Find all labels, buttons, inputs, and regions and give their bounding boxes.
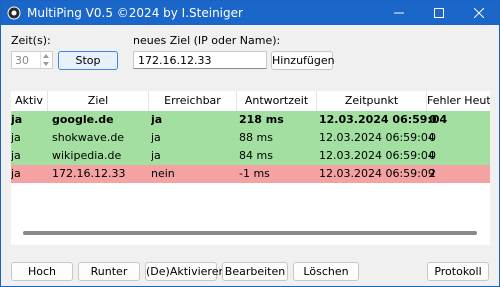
cell-fehler: 0 — [429, 113, 437, 126]
table-row[interactable]: ja shokwave.de ja 88 ms 12.03.2024 06:59:04 0 — [11, 129, 490, 147]
cell-antwortzeit: 218 ms — [239, 113, 284, 126]
add-target-button[interactable]: Hinzufügen — [271, 51, 335, 70]
title-bar[interactable]: MultiPing V0.5 ©2024 by I.Steiniger — [1, 1, 499, 25]
cell-antwortzeit: 84 ms — [239, 149, 273, 162]
cell-zeitpunkt: 12.03.2024 06:59:04 — [319, 131, 435, 144]
cell-antwortzeit: -1 ms — [239, 167, 270, 180]
app-window: MultiPing V0.5 ©2024 by I.Steiniger Zeit… — [0, 0, 500, 287]
column-header-aktiv[interactable]: Aktiv — [11, 91, 48, 111]
interval-value: 30 — [15, 54, 29, 67]
table-row[interactable]: ja wikipedia.de ja 84 ms 12.03.2024 06:59:04… — [11, 147, 490, 165]
cell-antwortzeit: 88 ms — [239, 131, 273, 144]
time-label: Zeit(s): — [11, 34, 51, 47]
cell-zeitpunkt: 12.03.2024 06:59:04 — [319, 113, 448, 126]
cell-ziel: shokwave.de — [52, 131, 125, 144]
column-header-erreichbar[interactable]: Erreichbar — [149, 91, 237, 111]
column-header-ziel[interactable]: Ziel — [48, 91, 149, 111]
cell-zeitpunkt: 12.03.2024 06:59:04 — [319, 149, 435, 162]
maximize-button[interactable] — [419, 1, 459, 25]
table-row[interactable]: ja google.de ja 218 ms 12.03.2024 06:59:04 0 — [11, 111, 490, 129]
cell-erreichbar: ja — [151, 131, 161, 144]
minimize-icon — [394, 12, 404, 14]
cell-ziel: wikipedia.de — [52, 149, 122, 162]
close-button[interactable] — [459, 1, 499, 25]
toggle-active-button[interactable]: (De)Aktivieren — [145, 262, 225, 281]
cell-fehler: 0 — [429, 131, 436, 144]
interval-stepper[interactable]: 30 — [11, 51, 53, 69]
cell-aktiv: ja — [11, 131, 21, 144]
cell-fehler: 2 — [429, 167, 436, 180]
window-title: MultiPing V0.5 ©2024 by I.Steiniger — [27, 6, 243, 20]
cell-aktiv: ja — [11, 167, 21, 180]
cell-erreichbar: ja — [151, 113, 163, 126]
stepper-arrows[interactable] — [40, 52, 52, 68]
stepper-up-icon[interactable] — [43, 54, 49, 58]
delete-button[interactable]: Löschen — [293, 262, 359, 281]
table-row[interactable]: ja 172.16.12.33 nein -1 ms 12.03.2024 06:59:… — [11, 165, 490, 183]
app-icon — [7, 6, 21, 20]
cell-fehler: 0 — [429, 149, 436, 162]
cell-ziel: google.de — [52, 113, 114, 126]
cell-erreichbar: ja — [151, 149, 161, 162]
move-down-button[interactable]: Runter — [78, 262, 140, 281]
cell-aktiv: ja — [11, 113, 23, 126]
stop-button[interactable]: Stop — [58, 51, 118, 70]
table-header: Aktiv Ziel Erreichbar Antwortzeit Zeitpu… — [11, 91, 490, 112]
target-label: neues Ziel (IP oder Name): — [133, 34, 281, 47]
horizontal-scrollbar[interactable] — [23, 231, 477, 235]
cell-erreichbar: nein — [151, 167, 175, 180]
close-icon — [474, 8, 484, 18]
cell-ziel: 172.16.12.33 — [52, 167, 126, 180]
log-button[interactable]: Protokoll — [427, 262, 489, 281]
cell-aktiv: ja — [11, 149, 21, 162]
move-up-button[interactable]: Hoch — [11, 262, 73, 281]
column-header-zeitpunkt[interactable]: Zeitpunkt — [317, 91, 427, 111]
column-header-fehler[interactable]: Fehler Heute — [427, 91, 490, 111]
cell-zeitpunkt: 12.03.2024 06:59:09 — [319, 167, 435, 180]
stepper-down-icon[interactable] — [43, 62, 49, 66]
edit-button[interactable]: Bearbeiten — [222, 262, 288, 281]
minimize-button[interactable] — [379, 1, 419, 25]
ping-table: Aktiv Ziel Erreichbar Antwortzeit Zeitpu… — [11, 91, 490, 245]
maximize-icon — [434, 8, 444, 18]
column-header-antwortzeit[interactable]: Antwortzeit — [237, 91, 317, 111]
target-input[interactable]: 172.16.12.33 — [133, 51, 267, 69]
